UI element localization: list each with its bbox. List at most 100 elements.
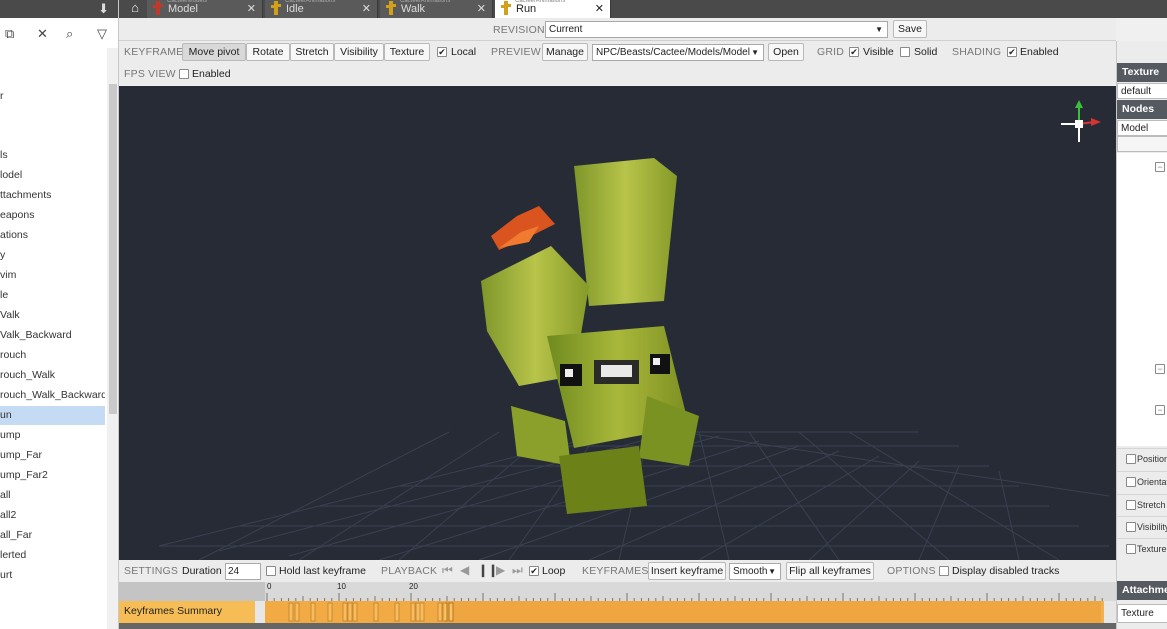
- track-checkbox[interactable]: [1126, 454, 1136, 464]
- grid-visible-checkbox[interactable]: ✔: [849, 47, 859, 57]
- track-position-option[interactable]: Position: [1117, 448, 1167, 469]
- display-disabled-tracks-checkbox[interactable]: [939, 566, 949, 576]
- tree-item[interactable]: Valk: [0, 306, 105, 325]
- texture-field[interactable]: default: [1117, 83, 1167, 99]
- chevron-down-icon: ▼: [751, 48, 759, 57]
- interpolation-select[interactable]: Smooth ▼: [729, 563, 781, 580]
- keyframes-label: KEYFRAMES: [582, 565, 649, 577]
- hold-last-keyframe-checkbox[interactable]: [266, 566, 276, 576]
- track-stretch-option[interactable]: Stretch: [1117, 494, 1167, 515]
- tree-item[interactable]: lerted: [0, 546, 105, 565]
- collapse-icon[interactable]: −: [1155, 162, 1165, 172]
- duration-input[interactable]: 24: [225, 563, 261, 580]
- copy-icon[interactable]: ⧉: [5, 26, 14, 42]
- close-icon[interactable]: ✕: [247, 2, 256, 15]
- chevron-down-icon: ▼: [768, 567, 776, 576]
- save-button[interactable]: Save: [893, 20, 927, 38]
- open-button[interactable]: Open: [768, 43, 804, 61]
- step-back-icon[interactable]: ◀: [460, 563, 469, 577]
- close-icon[interactable]: ✕: [477, 2, 486, 15]
- tree-item[interactable]: lodel: [0, 166, 105, 185]
- loop-checkbox[interactable]: ✔: [529, 566, 539, 576]
- revision-select[interactable]: Current ▼: [545, 21, 888, 38]
- collapse-icon[interactable]: −: [1155, 364, 1165, 374]
- tree-item[interactable]: all_Far: [0, 526, 105, 545]
- visibility-button[interactable]: Visibility: [334, 43, 384, 61]
- preview-model-select[interactable]: NPC/Beasts/Cactee/Models/Model ▼: [592, 44, 764, 61]
- tree-item[interactable]: y: [0, 246, 105, 265]
- track-orientation-option[interactable]: Orientation: [1117, 471, 1167, 492]
- download-icon[interactable]: ⬇: [98, 1, 109, 17]
- track-visibility-option[interactable]: Visibility: [1117, 516, 1167, 537]
- 3d-viewport[interactable]: [119, 86, 1116, 560]
- track-checkbox[interactable]: [1126, 522, 1136, 532]
- track-checkbox[interactable]: [1126, 477, 1136, 487]
- tree-item[interactable]: rouch: [0, 346, 105, 365]
- cactus-icon: [153, 1, 163, 15]
- timeline-bottom-strip: [119, 623, 1116, 629]
- close-icon[interactable]: ✕: [37, 26, 48, 42]
- tree-item[interactable]: Valk_Backward: [0, 326, 105, 345]
- flip-all-keyframes-button[interactable]: Flip all keyframes: [786, 562, 874, 580]
- collapse-icon[interactable]: −: [1155, 405, 1165, 415]
- fps-enabled-checkbox[interactable]: [179, 69, 189, 79]
- tree-item[interactable]: eapons: [0, 206, 105, 225]
- tab-model[interactable]: Cactee/Models Model ✕: [147, 0, 263, 18]
- tree-item[interactable]: le: [0, 286, 105, 305]
- fps-enabled-label: Enabled: [192, 68, 231, 80]
- tree-item[interactable]: rouch_Walk_Backward: [0, 386, 105, 405]
- preview-model-value: NPC/Beasts/Cactee/Models/Model: [596, 47, 750, 58]
- tree-item[interactable]: ations: [0, 226, 105, 245]
- close-icon[interactable]: ✕: [595, 2, 604, 15]
- track-texture-option[interactable]: Texture: [1117, 538, 1167, 559]
- tree-item[interactable]: ump_Far2: [0, 466, 105, 485]
- skip-end-icon[interactable]: ⏭: [512, 563, 523, 578]
- step-forward-icon[interactable]: ▶: [496, 563, 505, 577]
- local-checkbox[interactable]: ✔: [437, 47, 447, 57]
- tree-item[interactable]: all: [0, 486, 105, 505]
- asset-tree-scrollbar[interactable]: [107, 48, 118, 629]
- rotate-button[interactable]: Rotate: [246, 43, 290, 61]
- grid-solid-checkbox[interactable]: [900, 47, 910, 57]
- texture-button[interactable]: Texture: [384, 43, 430, 61]
- tree-item[interactable]: urt: [0, 566, 105, 585]
- texture-header: Texture: [1117, 63, 1167, 82]
- tree-item[interactable]: rouch_Walk: [0, 366, 105, 385]
- cactus-icon: [271, 1, 281, 15]
- insert-keyframe-button[interactable]: Insert keyframe: [648, 562, 726, 580]
- tree-item[interactable]: ls: [0, 146, 105, 165]
- shading-enabled-checkbox[interactable]: ✔: [1007, 47, 1017, 57]
- nodes-field[interactable]: Model: [1117, 120, 1167, 136]
- tree-item[interactable]: r: [0, 87, 105, 106]
- manage-button[interactable]: Manage: [542, 43, 588, 61]
- stretch-button[interactable]: Stretch: [290, 43, 334, 61]
- nodes-filter-field[interactable]: [1117, 136, 1167, 152]
- scrollbar-thumb[interactable]: [109, 84, 117, 414]
- revision-value: Current: [549, 24, 583, 35]
- cactus-legs: [559, 446, 647, 514]
- track-checkbox[interactable]: [1126, 500, 1136, 510]
- attachments-field[interactable]: Texture: [1117, 604, 1167, 623]
- tree-item[interactable]: ttachments: [0, 186, 105, 205]
- preview-label: PREVIEW: [491, 46, 541, 58]
- chevron-down-icon: ▼: [875, 25, 883, 34]
- tree-item[interactable]: ump: [0, 426, 105, 445]
- tree-item[interactable]: vim: [0, 266, 105, 285]
- tab-run[interactable]: Cactee/Animations Run ✕: [495, 0, 611, 18]
- tab-idle[interactable]: Cactee/Animations Idle ✕: [265, 0, 378, 18]
- tree-item[interactable]: all2: [0, 506, 105, 525]
- track-checkbox-label: Stretch: [1137, 500, 1166, 510]
- tab-walk[interactable]: Cactee/Animations Walk ✕: [380, 0, 493, 18]
- asset-browser-toolbar: ⧉ ✕ ⌕ ▽: [0, 22, 118, 46]
- skip-start-icon[interactable]: ⏮: [442, 563, 453, 578]
- tree-item[interactable]: ump_Far: [0, 446, 105, 465]
- home-icon[interactable]: ⌂: [125, 0, 145, 18]
- keyframes-summary-lane[interactable]: [265, 601, 1101, 623]
- search-icon[interactable]: ⌕: [66, 26, 73, 42]
- track-checkbox[interactable]: [1126, 544, 1136, 554]
- timeline-ruler[interactable]: 0 10 20: [119, 582, 1116, 601]
- close-icon[interactable]: ✕: [362, 2, 371, 15]
- move-pivot-button[interactable]: Move pivot: [182, 43, 246, 61]
- filter-icon[interactable]: ▽: [97, 26, 107, 42]
- tree-item[interactable]: un: [0, 406, 105, 425]
